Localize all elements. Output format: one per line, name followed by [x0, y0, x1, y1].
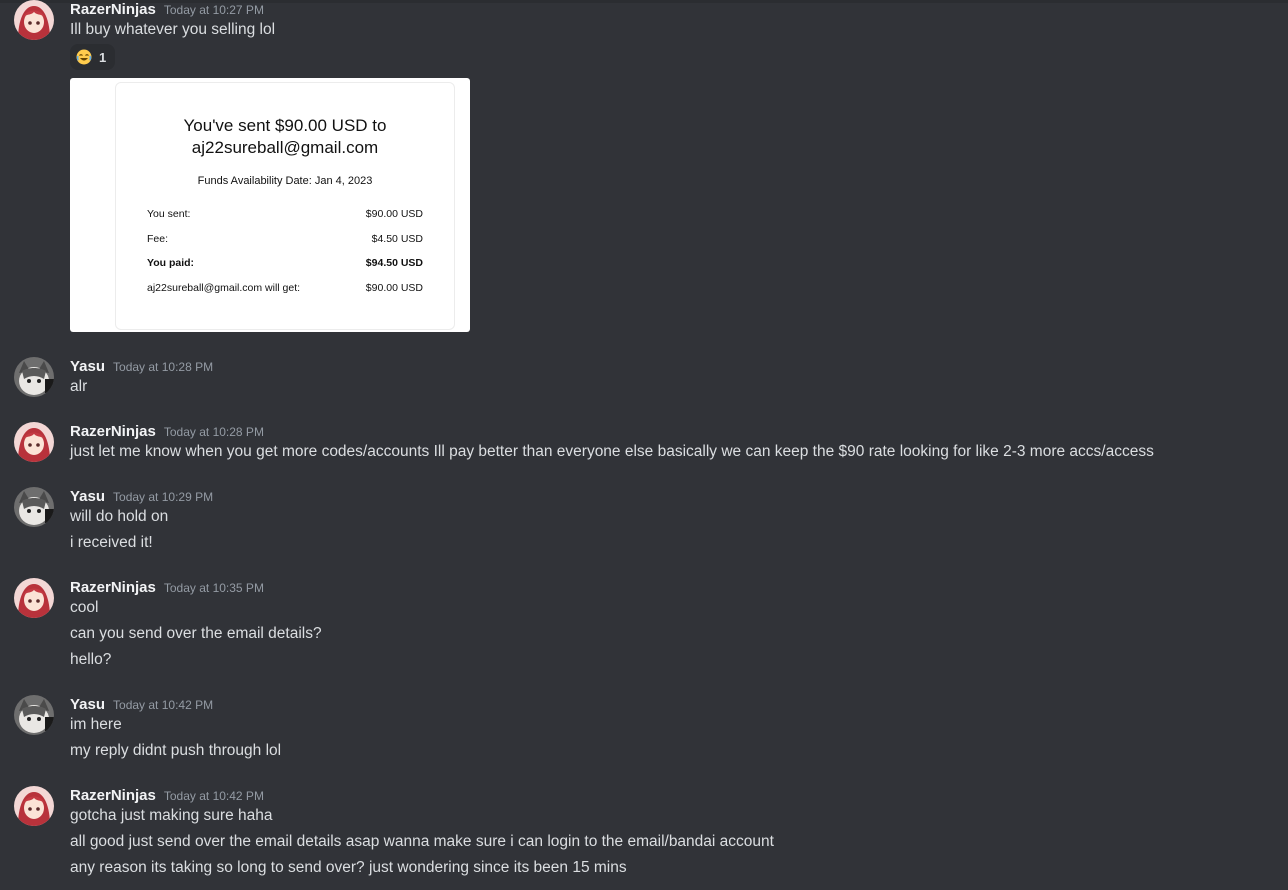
receipt-row: Fee: $4.50 USD [147, 233, 423, 245]
message-text: i received it! [70, 534, 153, 551]
receipt-row-value: $90.00 USD [365, 208, 423, 220]
receipt-row: You sent: $90.00 USD [147, 208, 423, 220]
message-header: RazerNinjas Today at 10:27 PM [70, 0, 264, 20]
timestamp: Today at 10:35 PM [163, 581, 264, 595]
image-attachment[interactable]: You've sent $90.00 USD to aj22sureball@g… [70, 78, 470, 332]
message-header: Yasu Today at 10:29 PM [70, 487, 213, 507]
message-text: all good just send over the email detail… [70, 833, 774, 850]
message-text: any reason its taking so long to send ov… [70, 859, 627, 876]
message-text: Ill buy whatever you selling lol [70, 21, 276, 38]
message-text: alr [70, 378, 88, 395]
message-text: my reply didnt push through lol [70, 742, 282, 759]
receipt-title-line2: aj22sureball@gmail.com [191, 138, 379, 157]
timestamp: Today at 10:42 PM [163, 789, 264, 803]
avatar-razerninjas[interactable] [14, 0, 54, 40]
receipt-row-value: $94.50 USD [365, 257, 423, 269]
message-text: just let me know when you get more codes… [70, 443, 1154, 460]
timestamp: Today at 10:29 PM [113, 490, 214, 504]
receipt-row-value: $4.50 USD [371, 233, 423, 245]
receipt-row-label: aj22sureball@gmail.com will get: [147, 282, 301, 294]
timestamp: Today at 10:27 PM [163, 3, 264, 17]
reaction-count: 1 [99, 49, 107, 65]
receipt-row-value: $90.00 USD [365, 282, 423, 294]
username[interactable]: RazerNinjas [70, 578, 156, 598]
timestamp: Today at 10:28 PM [113, 360, 214, 374]
receipt-row: aj22sureball@gmail.com will get: $90.00 … [147, 282, 423, 294]
timestamp: Today at 10:42 PM [113, 698, 214, 712]
username[interactable]: Yasu [70, 695, 105, 715]
payment-receipt: You've sent $90.00 USD to aj22sureball@g… [115, 82, 455, 330]
receipt-row-label: Fee: [147, 233, 169, 245]
avatar-yasu[interactable] [14, 487, 54, 527]
receipt-row: You paid: $94.50 USD [147, 257, 423, 269]
avatar-razerninjas[interactable] [14, 578, 54, 618]
message-header: RazerNinjas Today at 10:35 PM [70, 578, 264, 598]
username[interactable]: Yasu [70, 487, 105, 507]
message-header: RazerNinjas Today at 10:42 PM [70, 786, 264, 806]
funds-availability: Funds Availability Date: Jan 4, 2023 [197, 175, 373, 187]
avatar-yasu[interactable] [14, 695, 54, 735]
avatar-razerninjas[interactable] [14, 422, 54, 462]
receipt-title-line1: You've sent $90.00 USD to [183, 116, 387, 135]
receipt-title: You've sent $90.00 USD to aj22sureball@g… [116, 115, 454, 159]
username[interactable]: Yasu [70, 357, 105, 377]
username[interactable]: RazerNinjas [70, 422, 156, 442]
username[interactable]: RazerNinjas [70, 0, 156, 20]
message-text: hello? [70, 651, 112, 668]
reaction-button[interactable]: 1 [70, 44, 115, 70]
receipt-row-label: You paid: [147, 257, 195, 269]
message-text: can you send over the email details? [70, 625, 322, 642]
receipt-row-label: You sent: [147, 208, 191, 220]
message-text: gotcha just making sure haha [70, 807, 273, 824]
message-text: will do hold on [70, 508, 169, 525]
timestamp: Today at 10:28 PM [163, 425, 264, 439]
avatar-razerninjas[interactable] [14, 786, 54, 826]
username[interactable]: RazerNinjas [70, 786, 156, 806]
message-text: im here [70, 716, 122, 733]
message-text: cool [70, 599, 99, 616]
avatar-yasu[interactable] [14, 357, 54, 397]
message-header: Yasu Today at 10:28 PM [70, 357, 213, 377]
message-header: RazerNinjas Today at 10:28 PM [70, 422, 264, 442]
message-header: Yasu Today at 10:42 PM [70, 695, 213, 715]
joy-emoji-icon [76, 49, 92, 65]
